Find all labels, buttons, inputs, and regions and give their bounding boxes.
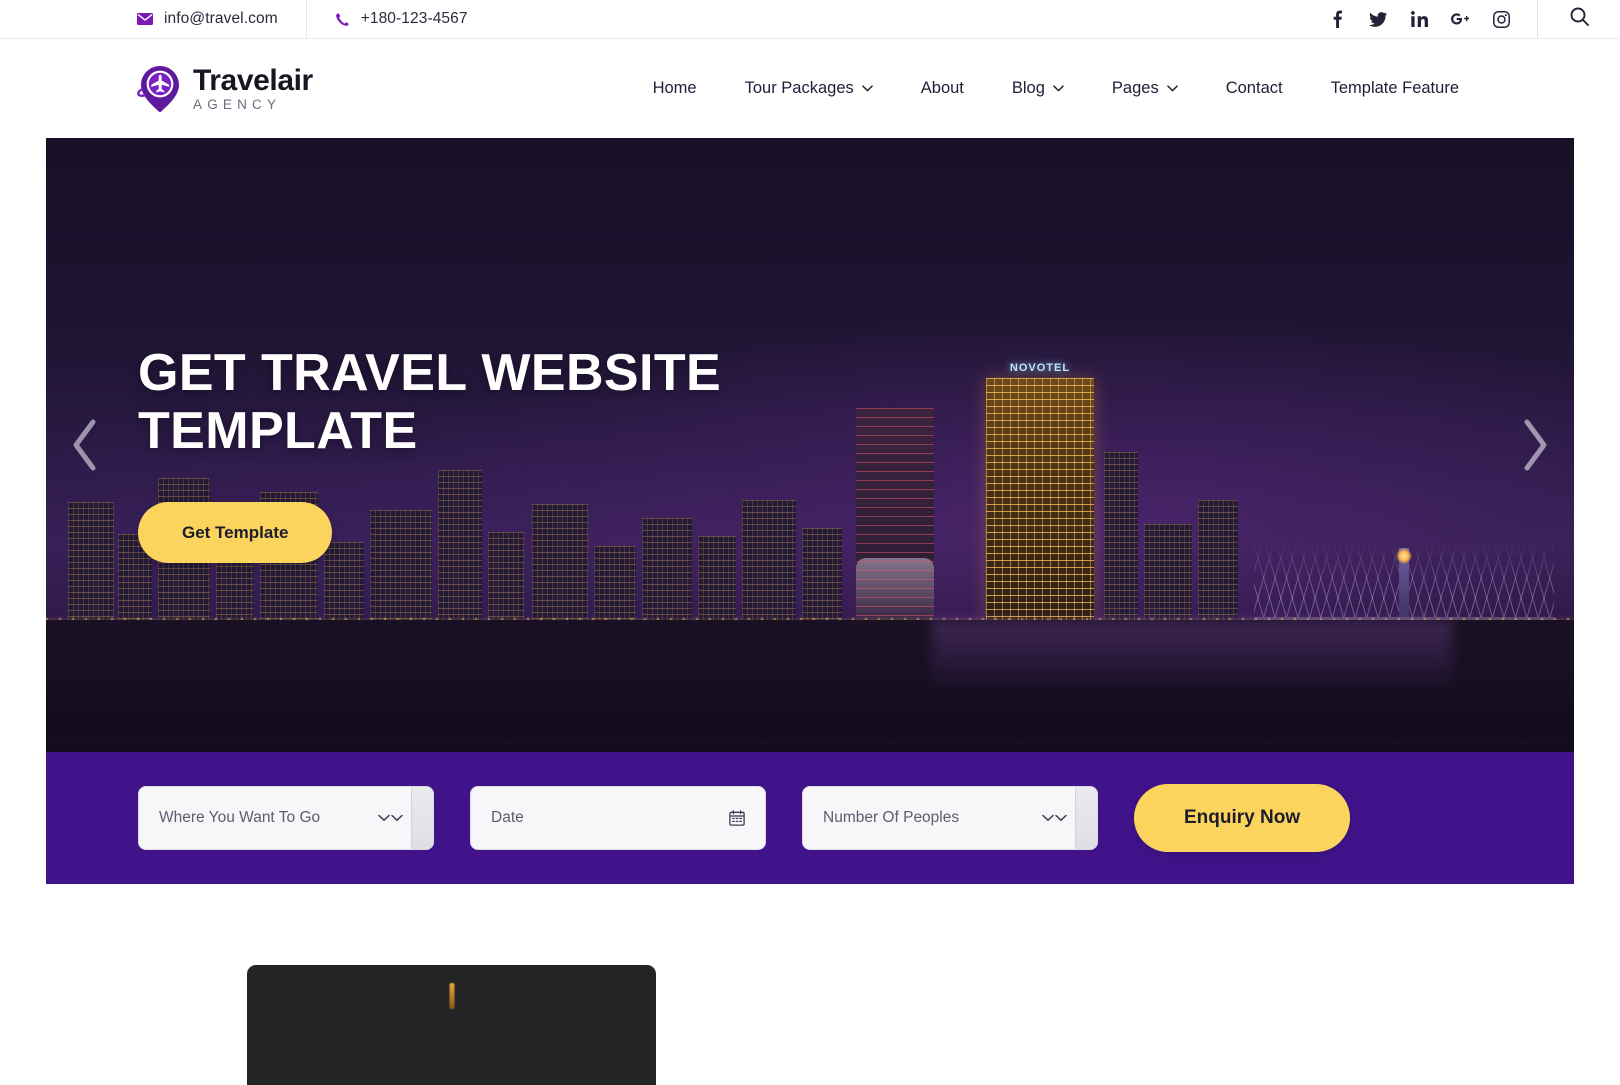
logo-subtitle: AGENCY	[193, 96, 282, 112]
hero-content: Get Travel Website Template Get Template	[138, 344, 778, 564]
get-template-button[interactable]: Get Template	[138, 502, 333, 564]
logo-title: Travelair	[193, 63, 313, 97]
hero-title: Get Travel Website Template	[138, 344, 722, 461]
email-text: info@travel.com	[164, 10, 278, 27]
top-bar-right-group	[1328, 0, 1620, 38]
search-icon	[1570, 7, 1589, 31]
main-navigation: Home Tour Packages About Blog Pages Cont…	[629, 79, 1483, 98]
logo[interactable]: Travelair AGENCY	[137, 65, 313, 113]
nav-label: About	[920, 79, 964, 97]
slider-prev-button[interactable]	[70, 419, 100, 471]
hero-slider: NOVOTEL Get Travel Website Template Get …	[46, 138, 1574, 752]
people-value: Number Of Peoples	[823, 809, 960, 826]
google-plus-icon[interactable]	[1451, 10, 1469, 28]
nav-item-tour-packages[interactable]: Tour Packages	[721, 79, 897, 98]
nav-item-pages[interactable]: Pages	[1088, 79, 1202, 98]
instagram-icon[interactable]	[1492, 10, 1510, 28]
phone-icon	[335, 12, 350, 27]
top-bar: info@travel.com +180-123-4567	[0, 0, 1620, 39]
select-scroll-track[interactable]	[1075, 787, 1097, 849]
top-bar-contact-group: info@travel.com +180-123-4567	[137, 0, 494, 38]
chevron-down-icon	[1042, 814, 1067, 822]
social-links	[1328, 0, 1538, 38]
chevron-down-icon	[378, 814, 403, 822]
calendar-icon[interactable]	[729, 810, 745, 826]
phone-text: +180-123-4567	[360, 10, 468, 27]
below-fold-section	[0, 884, 1620, 1085]
nav-label: Pages	[1111, 79, 1159, 97]
site-header: Travelair AGENCY Home Tour Packages Abou…	[0, 39, 1620, 138]
nav-label: Blog	[1011, 79, 1045, 97]
nav-item-about[interactable]: About	[897, 79, 988, 98]
search-button[interactable]	[1538, 0, 1620, 38]
phone-contact[interactable]: +180-123-4567	[307, 0, 494, 38]
people-select[interactable]: Number Of Peoples	[802, 786, 1098, 850]
twitter-icon[interactable]	[1369, 10, 1387, 28]
logo-text: Travelair AGENCY	[193, 63, 313, 112]
linkedin-icon[interactable]	[1410, 10, 1428, 28]
email-contact[interactable]: info@travel.com	[137, 0, 307, 38]
nav-label: Template Feature	[1330, 79, 1459, 97]
chevron-down-icon	[1053, 85, 1064, 92]
bridge-image	[1254, 530, 1554, 626]
chevron-down-icon	[862, 85, 873, 92]
slider-next-button[interactable]	[1520, 419, 1550, 471]
nav-item-blog[interactable]: Blog	[988, 79, 1088, 98]
chevron-right-icon	[1520, 419, 1550, 471]
destination-select[interactable]: Where You Want To Go	[138, 786, 434, 850]
card-decoration	[449, 983, 454, 1009]
nav-item-home[interactable]: Home	[629, 79, 721, 98]
nav-label: Tour Packages	[744, 79, 854, 97]
nav-label: Home	[652, 79, 697, 97]
enquiry-search-bar: Where You Want To Go Date Number Of Peop…	[46, 752, 1574, 884]
feature-card[interactable]	[247, 965, 656, 1085]
nav-label: Contact	[1225, 79, 1283, 97]
nav-item-template-feature[interactable]: Template Feature	[1307, 79, 1483, 98]
envelope-icon	[137, 13, 153, 25]
map-pin-airplane-icon	[137, 65, 183, 113]
enquiry-now-button[interactable]: Enquiry Now	[1134, 784, 1351, 852]
novotel-sign-text: NOVOTEL	[1009, 362, 1071, 374]
select-scroll-track[interactable]	[411, 787, 433, 849]
facebook-icon[interactable]	[1328, 10, 1346, 28]
destination-value: Where You Want To Go	[159, 809, 321, 826]
chevron-left-icon	[70, 419, 100, 471]
date-placeholder: Date	[491, 809, 524, 826]
date-field[interactable]: Date	[470, 786, 766, 850]
nav-item-contact[interactable]: Contact	[1202, 79, 1307, 98]
chevron-down-icon	[1166, 85, 1178, 92]
